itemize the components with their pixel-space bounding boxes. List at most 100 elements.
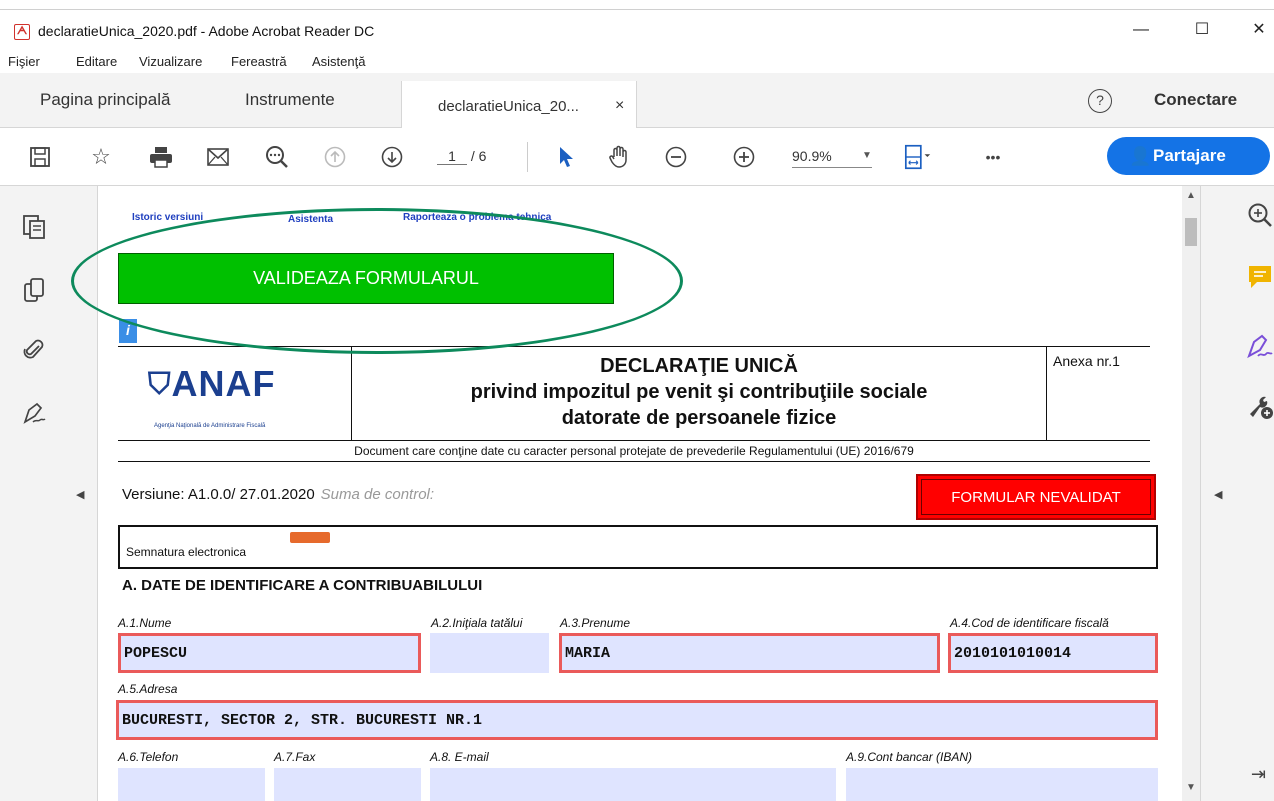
declaration-title: DECLARAŢIE UNICĂ privind impozitul pe ve…: [352, 353, 1046, 431]
a1-name-field[interactable]: POPESCU: [118, 633, 421, 673]
zoom-in-icon[interactable]: [729, 142, 759, 172]
page-down-icon[interactable]: [377, 142, 407, 172]
menu-file[interactable]: Fişier: [8, 54, 40, 69]
toolbar-divider: [527, 142, 528, 172]
help-icon[interactable]: ?: [1088, 89, 1112, 113]
signature-tag-icon: [290, 532, 330, 543]
tab-bar: Pagina principală Instrumente declaratie…: [0, 73, 1274, 129]
scroll-up-icon[interactable]: ▲: [1186, 190, 1196, 201]
page-current[interactable]: 1: [437, 148, 467, 165]
assistance-link[interactable]: Asistenta: [288, 214, 333, 225]
form-status-label: FORMULAR NEVALIDAT: [921, 479, 1151, 515]
version-info: Versiune: A1.0.0/ 27.01.2020 Suma de cont…: [122, 486, 434, 503]
tab-home[interactable]: Pagina principală: [40, 90, 170, 110]
share-label: Partajare: [1153, 146, 1226, 165]
print-icon[interactable]: [146, 142, 176, 172]
a9-iban-field[interactable]: [846, 768, 1158, 801]
anaf-logo: ⛉ANAF: [148, 363, 276, 404]
title-line-1: DECLARAŢIE UNICĂ: [600, 355, 798, 377]
comment-icon[interactable]: [1245, 264, 1274, 294]
zoom-select[interactable]: 90.9% ▼: [792, 148, 872, 168]
menu-window[interactable]: Fereastră: [231, 54, 287, 69]
expand-panel-icon[interactable]: ⇥: [1251, 764, 1266, 785]
attachment-icon[interactable]: [20, 338, 48, 366]
a2-label: A.2.Iniţiala tatălui: [431, 616, 523, 630]
electronic-signature-box[interactable]: Semnatura electronica: [118, 525, 1158, 569]
enhance-scan-icon[interactable]: [1245, 202, 1274, 232]
annex-cell: Anexa nr.1: [1046, 347, 1150, 440]
right-tools-panel: ◀ ⇥: [1200, 186, 1274, 801]
a2-initial-field[interactable]: [430, 633, 549, 673]
chevron-down-icon: ▼: [862, 150, 872, 161]
save-icon[interactable]: [25, 142, 55, 172]
info-icon[interactable]: i: [119, 319, 137, 343]
title-line-2: privind impozitul pe venit şi contribuţi…: [470, 381, 928, 403]
tab-tools[interactable]: Instrumente: [245, 90, 335, 110]
version-history-link[interactable]: Istoric versiuni: [132, 212, 203, 223]
tab-document[interactable]: declaratieUnica_20... ×: [401, 81, 637, 129]
page-total: / 6: [470, 148, 487, 164]
email-icon[interactable]: [203, 142, 233, 172]
anaf-subtitle: Agenţia Naţională de Administrare Fiscal…: [154, 423, 266, 429]
acrobat-app-icon: ᗅ: [14, 24, 30, 40]
vertical-scrollbar[interactable]: ▲ ▼: [1182, 186, 1200, 801]
search-icon[interactable]: [262, 142, 292, 172]
fill-sign-icon[interactable]: [1245, 334, 1274, 364]
zoom-value: 90.9%: [792, 148, 832, 164]
window-title-bar: ᗅ declaratieUnica_2020.pdf - Adobe Acrob…: [0, 9, 1274, 51]
collapse-right-panel-icon[interactable]: ◀: [1214, 488, 1222, 501]
hand-icon[interactable]: [604, 142, 634, 172]
menu-help[interactable]: Asistenţă: [312, 54, 365, 69]
fit-page-icon[interactable]: [903, 142, 933, 172]
left-navigation-panel: ◀: [0, 186, 98, 801]
a7-fax-field[interactable]: [274, 768, 421, 801]
a6-label: A.6.Telefon: [118, 750, 179, 764]
shield-icon: ⛉: [148, 368, 172, 401]
menu-edit[interactable]: Editare: [76, 54, 117, 69]
close-window-button[interactable]: ✕: [1249, 20, 1269, 40]
a8-email-field[interactable]: [430, 768, 836, 801]
a3-label: A.3.Prenume: [560, 616, 631, 630]
connect-button[interactable]: Conectare: [1154, 90, 1237, 110]
a6-phone-field[interactable]: [118, 768, 265, 801]
signature-icon[interactable]: [20, 402, 48, 430]
a5-address-field[interactable]: BUCURESTI, SECTOR 2, STR. BUCURESTI NR.1: [116, 700, 1158, 740]
maximize-button[interactable]: ☐: [1192, 20, 1212, 40]
minimize-button[interactable]: —: [1131, 20, 1151, 40]
a4-label: A.4.Cod de identificare fiscală: [950, 616, 1109, 630]
page-up-icon[interactable]: [320, 142, 350, 172]
form-header: ⛉ANAF Agenţia Naţională de Administrare …: [118, 346, 1150, 441]
checksum-label: Suma de control:: [320, 486, 435, 503]
section-a-title: A. DATE DE IDENTIFICARE A CONTRIBUABILUL…: [122, 577, 483, 594]
form-status-button[interactable]: FORMULAR NEVALIDAT: [916, 474, 1156, 520]
title-line-3: datorate de persoanele fizice: [561, 407, 837, 429]
document-view: Istoric versiuni Asistenta Raporteaza o …: [98, 186, 1182, 801]
scroll-thumb[interactable]: [1185, 218, 1197, 246]
validate-form-button[interactable]: VALIDEAZA FORMULARUL: [118, 253, 614, 304]
scroll-down-icon[interactable]: ▼: [1186, 782, 1196, 793]
version-label: Versiune: A1.0.0/ 27.01.2020: [122, 486, 315, 503]
page-number-box[interactable]: 1 / 6: [437, 148, 486, 165]
bookmark-icon[interactable]: ☆: [86, 142, 116, 172]
select-icon[interactable]: [551, 142, 581, 172]
a4-tax-id-field[interactable]: 2010101010014: [948, 633, 1158, 673]
report-problem-link[interactable]: Raporteaza o problema tehnica: [403, 212, 551, 223]
zoom-out-icon[interactable]: [661, 142, 691, 172]
more-tools-icon[interactable]: [1245, 392, 1274, 422]
window-title: declaratieUnica_2020.pdf - Adobe Acrobat…: [38, 23, 375, 39]
menu-view[interactable]: Vizualizare: [139, 54, 202, 69]
page-thumbnails-icon[interactable]: [20, 214, 48, 242]
logo-cell: ⛉ANAF Agenţia Naţională de Administrare …: [118, 347, 352, 440]
more-icon[interactable]: •••: [978, 142, 1008, 172]
a1-label: A.1.Nume: [118, 616, 172, 630]
a9-label: A.9.Cont bancar (IBAN): [846, 750, 973, 764]
a7-label: A.7.Fax: [274, 750, 316, 764]
menu-bar: Fişier Editare Vizualizare Fereastră Asi…: [0, 51, 1274, 73]
copy-pages-icon[interactable]: [20, 278, 48, 306]
collapse-left-panel-icon[interactable]: ◀: [76, 488, 84, 501]
close-tab-icon[interactable]: ×: [615, 97, 624, 115]
esign-label: Semnatura electronica: [126, 545, 247, 559]
toolbar: ☆ 1 / 6 90.9% ▼ ••• 👤 Partajare: [0, 128, 1274, 186]
share-button[interactable]: 👤 Partajare: [1107, 137, 1270, 175]
a3-first-name-field[interactable]: MARIA: [559, 633, 940, 673]
